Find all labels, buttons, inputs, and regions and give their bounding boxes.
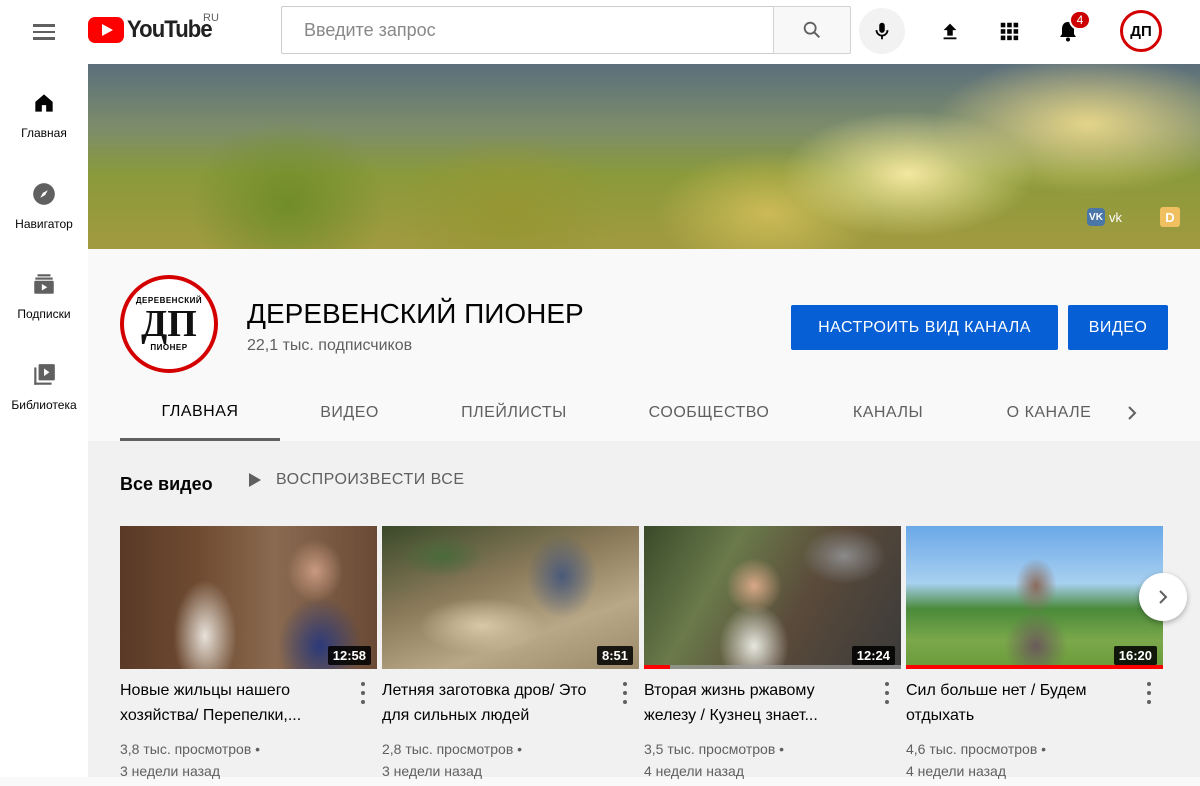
vk-link[interactable]: VK vk [1087, 208, 1122, 226]
shelf-next-button[interactable] [1139, 573, 1187, 621]
video-age: 4 недели назад [906, 763, 1006, 779]
more-actions-icon[interactable] [1141, 682, 1157, 704]
search-button[interactable] [773, 6, 851, 54]
video-thumbnail[interactable]: 12:58 [120, 526, 377, 669]
channel-header: ДЕРЕВЕНСКИЙ ДП ПИОНЕР ДЕРЕВЕНСКИЙ ПИОНЕР… [88, 257, 1200, 441]
tab-channels[interactable]: КАНАЛЫ [823, 385, 953, 441]
sidebar-item-subscriptions[interactable]: Подписки [0, 271, 88, 345]
video-card: 8:51 Летняя заготовка дров/ Это для силь… [382, 526, 639, 786]
hamburger-menu-icon[interactable] [28, 20, 60, 44]
shelf-section: Все видео ВОСПРОИЗВЕСТИ ВСЕ 12:58 Новые … [88, 441, 1200, 779]
channel-banner: VK vk D [88, 64, 1200, 249]
video-age: 4 недели назад [644, 763, 744, 779]
subscriber-count: 22,1 тыс. подписчиков [247, 337, 413, 354]
video-title[interactable]: Сил больше нет / Будем отдыхать [906, 678, 1131, 728]
vk-icon: VK [1087, 208, 1105, 226]
video-thumbnail[interactable]: 8:51 [382, 526, 639, 669]
tab-videos[interactable]: ВИДЕО [288, 385, 411, 441]
manage-videos-button[interactable]: ВИДЕО [1068, 305, 1168, 350]
chevron-right-icon [1159, 590, 1168, 604]
sidebar-item-label: Библиотека [11, 398, 77, 412]
channel-name: ДЕРЕВЕНСКИЙ ПИОНЕР [247, 298, 584, 329]
video-metadata: 3,5 тыс. просмотров • 4 недели назад [644, 738, 784, 782]
avatar-bottom-text: ПИОНЕР [150, 343, 188, 352]
channel-avatar: ДЕРЕВЕНСКИЙ ДП ПИОНЕР [120, 275, 218, 373]
customize-channel-button[interactable]: НАСТРОИТЬ ВИД КАНАЛА [791, 305, 1058, 350]
sidebar-item-label: Подписки [17, 307, 71, 321]
video-title[interactable]: Вторая жизнь ржавому железу / Кузнец зна… [644, 678, 869, 728]
more-actions-icon[interactable] [617, 682, 633, 704]
vk-link-label: vk [1109, 209, 1122, 225]
video-metadata: 3,8 тыс. просмотров • 3 недели назад [120, 738, 260, 782]
video-metadata: 2,8 тыс. просмотров • 3 недели назад [382, 738, 522, 782]
video-duration: 12:24 [851, 646, 895, 665]
play-all-button[interactable]: ВОСПРОИЗВЕСТИ ВСЕ [248, 471, 465, 489]
video-title[interactable]: Летняя заготовка дров/ Это для сильных л… [382, 678, 607, 728]
upload-button[interactable] [933, 14, 967, 48]
subscriptions-icon [34, 274, 54, 294]
sidebar-item-explore[interactable]: Навигатор [0, 181, 88, 255]
play-icon [249, 473, 261, 487]
search-box [281, 6, 773, 54]
video-views: 3,8 тыс. просмотров • [120, 741, 261, 757]
play-all-label: ВОСПРОИЗВЕСТИ ВСЕ [276, 471, 465, 488]
sidebar-item-label: Главная [21, 126, 67, 140]
video-views: 2,8 тыс. просмотров • [382, 741, 523, 757]
youtube-logo-text: YouTube [127, 16, 213, 43]
channel-tabs: ГЛАВНАЯ ВИДЕО ПЛЕЙЛИСТЫ СООБЩЕСТВО КАНАЛ… [88, 385, 1200, 441]
sidebar-item-library[interactable]: Библиотека [0, 362, 88, 436]
library-icon [34, 364, 55, 385]
voice-search-button[interactable] [859, 8, 905, 54]
microphone-icon [875, 22, 889, 40]
banner-links: VK vk D [1087, 207, 1180, 227]
account-avatar[interactable]: ДП [1120, 10, 1162, 52]
donation-link-icon[interactable]: D [1160, 207, 1180, 227]
tab-community[interactable]: СООБЩЕСТВО [623, 385, 795, 441]
mini-guide: Главная Навигатор Подписки Библиотека [0, 64, 88, 777]
video-duration: 8:51 [596, 646, 633, 665]
video-card: 12:24 Вторая жизнь ржавому железу / Кузн… [644, 526, 901, 786]
video-duration: 12:58 [327, 646, 371, 665]
youtube-play-icon [88, 17, 124, 43]
video-title[interactable]: Новые жильцы нашего хозяйства/ Перепелки… [120, 678, 345, 728]
more-actions-icon[interactable] [879, 682, 895, 704]
shelf-title[interactable]: Все видео [120, 474, 213, 495]
watch-progress-bar [644, 665, 670, 669]
search-input[interactable] [282, 7, 773, 53]
compass-icon [33, 183, 55, 205]
youtube-logo[interactable]: YouTube RU [88, 12, 219, 44]
video-card: 12:58 Новые жильцы нашего хозяйства/ Пер… [120, 526, 377, 786]
video-metadata: 4,6 тыс. просмотров • 4 недели назад [906, 738, 1046, 782]
video-age: 3 недели назад [382, 763, 482, 779]
video-card: 16:20 Сил больше нет / Будем отдыхать 4,… [906, 526, 1163, 786]
apps-grid-icon [1000, 22, 1019, 41]
more-actions-icon[interactable] [355, 682, 371, 704]
notification-count-badge: 4 [1069, 10, 1091, 30]
search-icon [803, 21, 821, 39]
sidebar-item-home[interactable]: Главная [0, 90, 88, 164]
country-code: RU [203, 12, 219, 24]
upload-icon [943, 23, 957, 40]
home-icon [35, 94, 53, 112]
avatar-monogram: ДП [141, 303, 197, 345]
masthead: YouTube RU 4 ДП [0, 0, 1200, 64]
tab-home[interactable]: ГЛАВНАЯ [120, 385, 280, 441]
notifications-button[interactable]: 4 [1051, 10, 1091, 48]
watch-progress-track [644, 665, 901, 669]
video-age: 3 недели назад [120, 763, 220, 779]
tab-playlists[interactable]: ПЛЕЙЛИСТЫ [428, 385, 600, 441]
video-views: 4,6 тыс. просмотров • [906, 741, 1047, 757]
chevron-right-icon [1128, 406, 1137, 420]
watch-progress-bar [906, 665, 1163, 669]
video-duration: 16:20 [1113, 646, 1157, 665]
video-thumbnail[interactable]: 12:24 [644, 526, 901, 669]
sidebar-item-label: Навигатор [15, 217, 73, 231]
video-thumbnail[interactable]: 16:20 [906, 526, 1163, 669]
video-views: 3,5 тыс. просмотров • [644, 741, 785, 757]
apps-button[interactable] [992, 14, 1026, 48]
tabs-scroll-right-button[interactable] [1118, 399, 1146, 427]
tab-about[interactable]: О КАНАЛЕ [986, 385, 1112, 441]
